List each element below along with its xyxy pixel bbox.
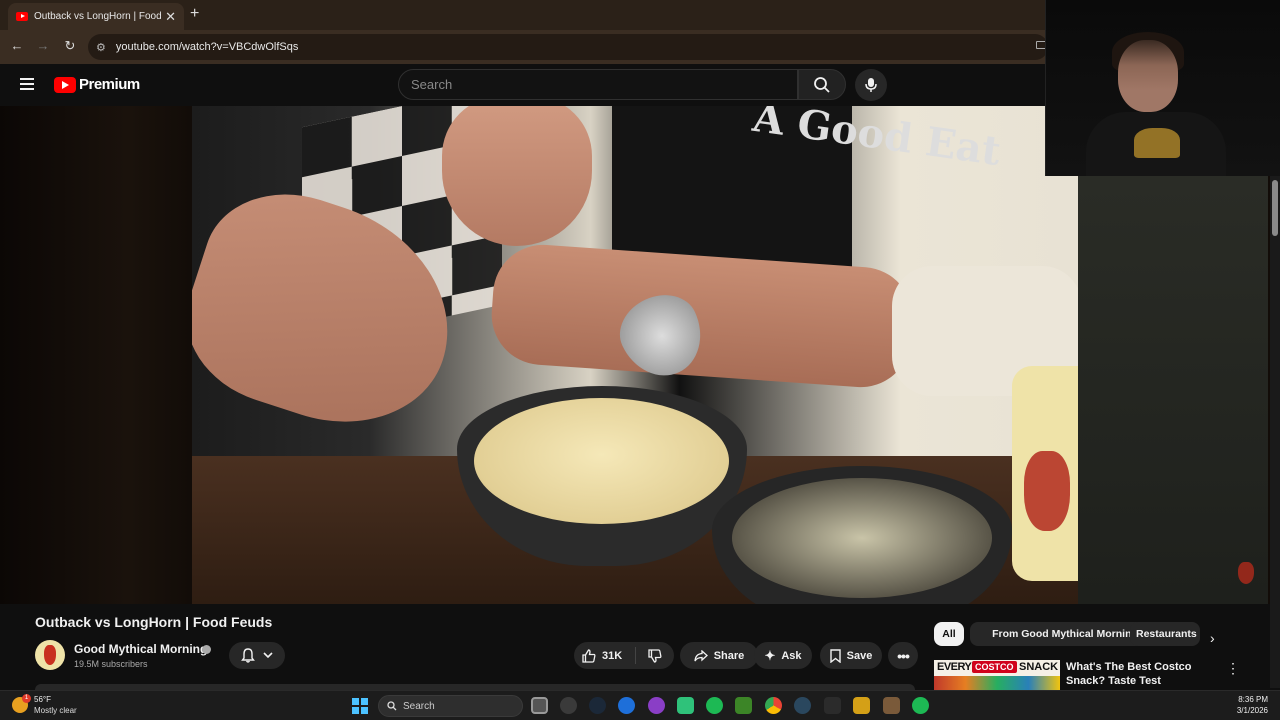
epic-games-icon[interactable] — [824, 697, 841, 714]
voice-search-button[interactable] — [855, 69, 887, 101]
ask-label: Ask — [781, 649, 802, 662]
chevron-down-icon — [263, 652, 273, 659]
discord-icon[interactable] — [648, 697, 665, 714]
weather-temperature: 56°F — [34, 695, 51, 704]
subscriber-count: 19.5M subscribers — [74, 659, 148, 669]
tab-title: Outback vs LongHorn | Food Fe — [34, 11, 162, 22]
windows-start-icon[interactable] — [352, 698, 368, 714]
more-vertical-icon[interactable]: ⋮ — [1226, 660, 1240, 677]
minecraft-icon[interactable] — [735, 697, 752, 714]
thumbs-down-icon — [648, 648, 662, 663]
notification-button[interactable] — [229, 642, 285, 669]
verified-icon — [202, 645, 211, 654]
taskbar-search[interactable]: Search — [378, 695, 523, 717]
clock-time[interactable]: 8:36 PM — [1234, 695, 1268, 704]
channel-name[interactable]: Good Mythical Morning — [74, 642, 207, 656]
windows-taskbar: 1 56°F Mostly clear Search 8:36 PM 3/1/2… — [0, 690, 1280, 720]
minecraft-launcher-icon[interactable] — [883, 697, 900, 714]
save-label: Save — [846, 649, 873, 662]
bookmark-icon — [829, 648, 841, 663]
back-icon[interactable]: ← — [8, 38, 26, 53]
share-label: Share — [713, 649, 745, 662]
recommendation-title[interactable]: What's The Best Costco Snack? Taste Test — [1066, 660, 1216, 688]
chrome-icon[interactable] — [765, 697, 782, 714]
url-text: youtube.com/watch?v=VBCdwOlfSqs — [115, 41, 299, 53]
app-icon-blue[interactable] — [618, 697, 635, 714]
chip-restaurants[interactable]: Restaurants — [1130, 622, 1200, 646]
spotify-icon[interactable] — [706, 697, 723, 714]
xbox-app-icon[interactable] — [677, 697, 694, 714]
bell-icon — [241, 648, 255, 663]
like-count: 31K — [602, 649, 623, 662]
reload-icon[interactable]: ↻ — [61, 38, 79, 54]
logo-text: Premium — [79, 76, 140, 93]
close-tab-icon[interactable]: ✕ — [165, 9, 176, 25]
site-info-icon[interactable]: ⚙ — [96, 41, 106, 54]
video-player[interactable]: A Good Eat — [192, 106, 1078, 604]
weather-description: Mostly clear — [34, 706, 77, 715]
channel-avatar[interactable] — [35, 640, 65, 670]
youtube-premium-logo[interactable]: Premium — [54, 76, 140, 93]
clock-date[interactable]: 3/1/2026 — [1228, 706, 1268, 715]
channel-watermark-icon[interactable] — [1238, 562, 1254, 584]
menu-icon[interactable] — [20, 78, 34, 90]
sparkle-icon: ✦ — [764, 647, 776, 663]
forward-icon[interactable]: → — [34, 38, 52, 53]
search-box — [398, 69, 798, 100]
thumb-text-snack: SNACK — [1019, 661, 1059, 673]
steam-icon-2[interactable] — [794, 697, 811, 714]
chevron-right-icon[interactable]: › — [1210, 630, 1215, 646]
spotify-icon-2[interactable] — [912, 697, 929, 714]
rockstar-icon[interactable] — [853, 697, 870, 714]
task-view-icon[interactable] — [531, 697, 548, 714]
youtube-play-icon — [54, 76, 76, 93]
gmm-logo-on-mug — [1024, 451, 1070, 531]
settings-icon[interactable] — [560, 697, 577, 714]
video-title: Outback vs LongHorn | Food Feuds — [35, 614, 273, 630]
search-button[interactable] — [798, 69, 846, 100]
ask-button[interactable]: ✦ Ask — [754, 642, 812, 669]
thumb-text-every: EVERY — [937, 661, 972, 673]
save-button[interactable]: Save — [820, 642, 882, 669]
address-bar[interactable]: ⚙ youtube.com/watch?v=VBCdwOlfSqs — [88, 34, 1048, 60]
search-icon — [387, 701, 397, 711]
microphone-icon — [865, 78, 877, 92]
search-icon — [814, 76, 830, 93]
page-scrollbar[interactable] — [1270, 176, 1280, 688]
share-icon — [694, 649, 708, 661]
new-tab-icon[interactable]: + — [190, 5, 199, 23]
chip-all[interactable]: All — [934, 622, 964, 646]
steam-icon[interactable] — [589, 697, 606, 714]
thumbs-up-icon — [582, 648, 596, 663]
recommendation-thumbnail[interactable]: EVERY COSTCO SNACK — [934, 660, 1060, 690]
streamer-face — [1118, 40, 1178, 112]
webcam-overlay — [1045, 0, 1280, 176]
like-button[interactable]: 31K — [574, 647, 636, 664]
taskbar-search-placeholder: Search — [403, 700, 435, 712]
player-side-backdrop — [1078, 176, 1268, 604]
like-dislike-group: 31K — [574, 642, 674, 669]
potato-soup — [474, 398, 729, 524]
search-input[interactable] — [411, 77, 797, 92]
more-horizontal-icon: ••• — [897, 647, 910, 664]
scrollbar-thumb[interactable] — [1272, 180, 1278, 236]
dislike-button[interactable] — [636, 648, 674, 663]
thumb-text-costco: COSTCO — [972, 661, 1017, 673]
youtube-favicon-icon — [16, 12, 28, 21]
share-button[interactable]: Share — [680, 642, 758, 669]
browser-tab[interactable]: Outback vs LongHorn | Food Fe ✕ — [8, 3, 184, 30]
more-actions-button[interactable]: ••• — [888, 642, 918, 669]
weather-badge: 1 — [22, 694, 31, 703]
